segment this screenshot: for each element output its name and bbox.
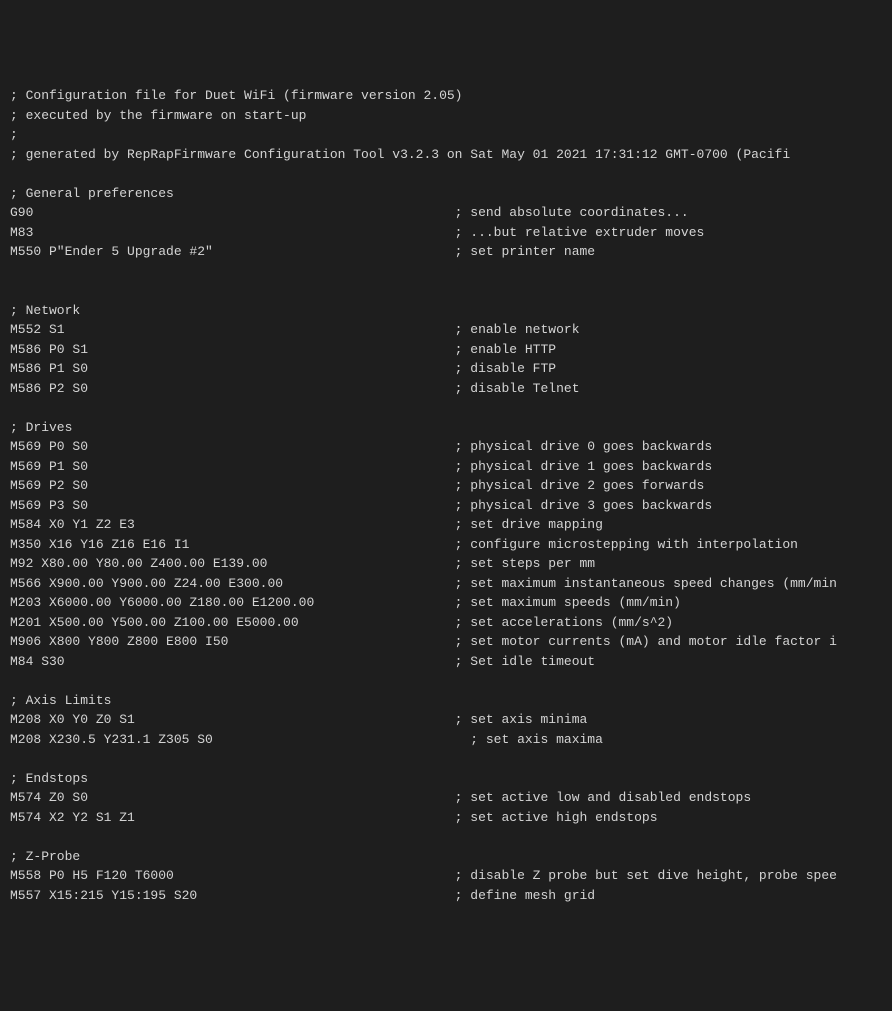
code-line: ;: [10, 125, 882, 145]
code-line: [10, 749, 882, 769]
code-line: [10, 262, 882, 282]
code-line: M574 Z0 S0 ; set active low and disabled…: [10, 788, 882, 808]
code-line: [10, 398, 882, 418]
code-line: M569 P2 S0 ; physical drive 2 goes forwa…: [10, 476, 882, 496]
code-viewer: ; Configuration file for Duet WiFi (firm…: [10, 86, 882, 905]
code-line: M906 X800 Y800 Z800 E800 I50 ; set motor…: [10, 632, 882, 652]
code-line: ; Axis Limits: [10, 691, 882, 711]
code-line: [10, 164, 882, 184]
code-line: M569 P0 S0 ; physical drive 0 goes backw…: [10, 437, 882, 457]
code-line: [10, 281, 882, 301]
code-line: M558 P0 H5 F120 T6000 ; disable Z probe …: [10, 866, 882, 886]
code-line: M208 X230.5 Y231.1 Z305 S0 ; set axis ma…: [10, 730, 882, 750]
code-line: ; Drives: [10, 418, 882, 438]
code-line: M552 S1 ; enable network: [10, 320, 882, 340]
code-line: ; General preferences: [10, 184, 882, 204]
code-line: ; generated by RepRapFirmware Configurat…: [10, 145, 882, 165]
code-line: M569 P1 S0 ; physical drive 1 goes backw…: [10, 457, 882, 477]
code-line: ; Network: [10, 301, 882, 321]
code-line: [10, 827, 882, 847]
code-line: G90 ; send absolute coordinates...: [10, 203, 882, 223]
code-line: M201 X500.00 Y500.00 Z100.00 E5000.00 ; …: [10, 613, 882, 633]
code-line: M92 X80.00 Y80.00 Z400.00 E139.00 ; set …: [10, 554, 882, 574]
code-line: M569 P3 S0 ; physical drive 3 goes backw…: [10, 496, 882, 516]
code-line: M350 X16 Y16 Z16 E16 I1 ; configure micr…: [10, 535, 882, 555]
code-line: M84 S30 ; Set idle timeout: [10, 652, 882, 672]
code-line: M557 X15:215 Y15:195 S20 ; define mesh g…: [10, 886, 882, 906]
code-line: ; Z-Probe: [10, 847, 882, 867]
code-line: M574 X2 Y2 S1 Z1 ; set active high endst…: [10, 808, 882, 828]
code-line: [10, 671, 882, 691]
code-line: ; Configuration file for Duet WiFi (firm…: [10, 86, 882, 106]
code-line: M203 X6000.00 Y6000.00 Z180.00 E1200.00 …: [10, 593, 882, 613]
code-line: M586 P0 S1 ; enable HTTP: [10, 340, 882, 360]
code-line: M550 P"Ender 5 Upgrade #2" ; set printer…: [10, 242, 882, 262]
code-line: M586 P2 S0 ; disable Telnet: [10, 379, 882, 399]
code-line: ; executed by the firmware on start-up: [10, 106, 882, 126]
code-line: M586 P1 S0 ; disable FTP: [10, 359, 882, 379]
code-line: M584 X0 Y1 Z2 E3 ; set drive mapping: [10, 515, 882, 535]
code-line: M83 ; ...but relative extruder moves: [10, 223, 882, 243]
code-line: M208 X0 Y0 Z0 S1 ; set axis minima: [10, 710, 882, 730]
code-line: ; Endstops: [10, 769, 882, 789]
code-line: M566 X900.00 Y900.00 Z24.00 E300.00 ; se…: [10, 574, 882, 594]
